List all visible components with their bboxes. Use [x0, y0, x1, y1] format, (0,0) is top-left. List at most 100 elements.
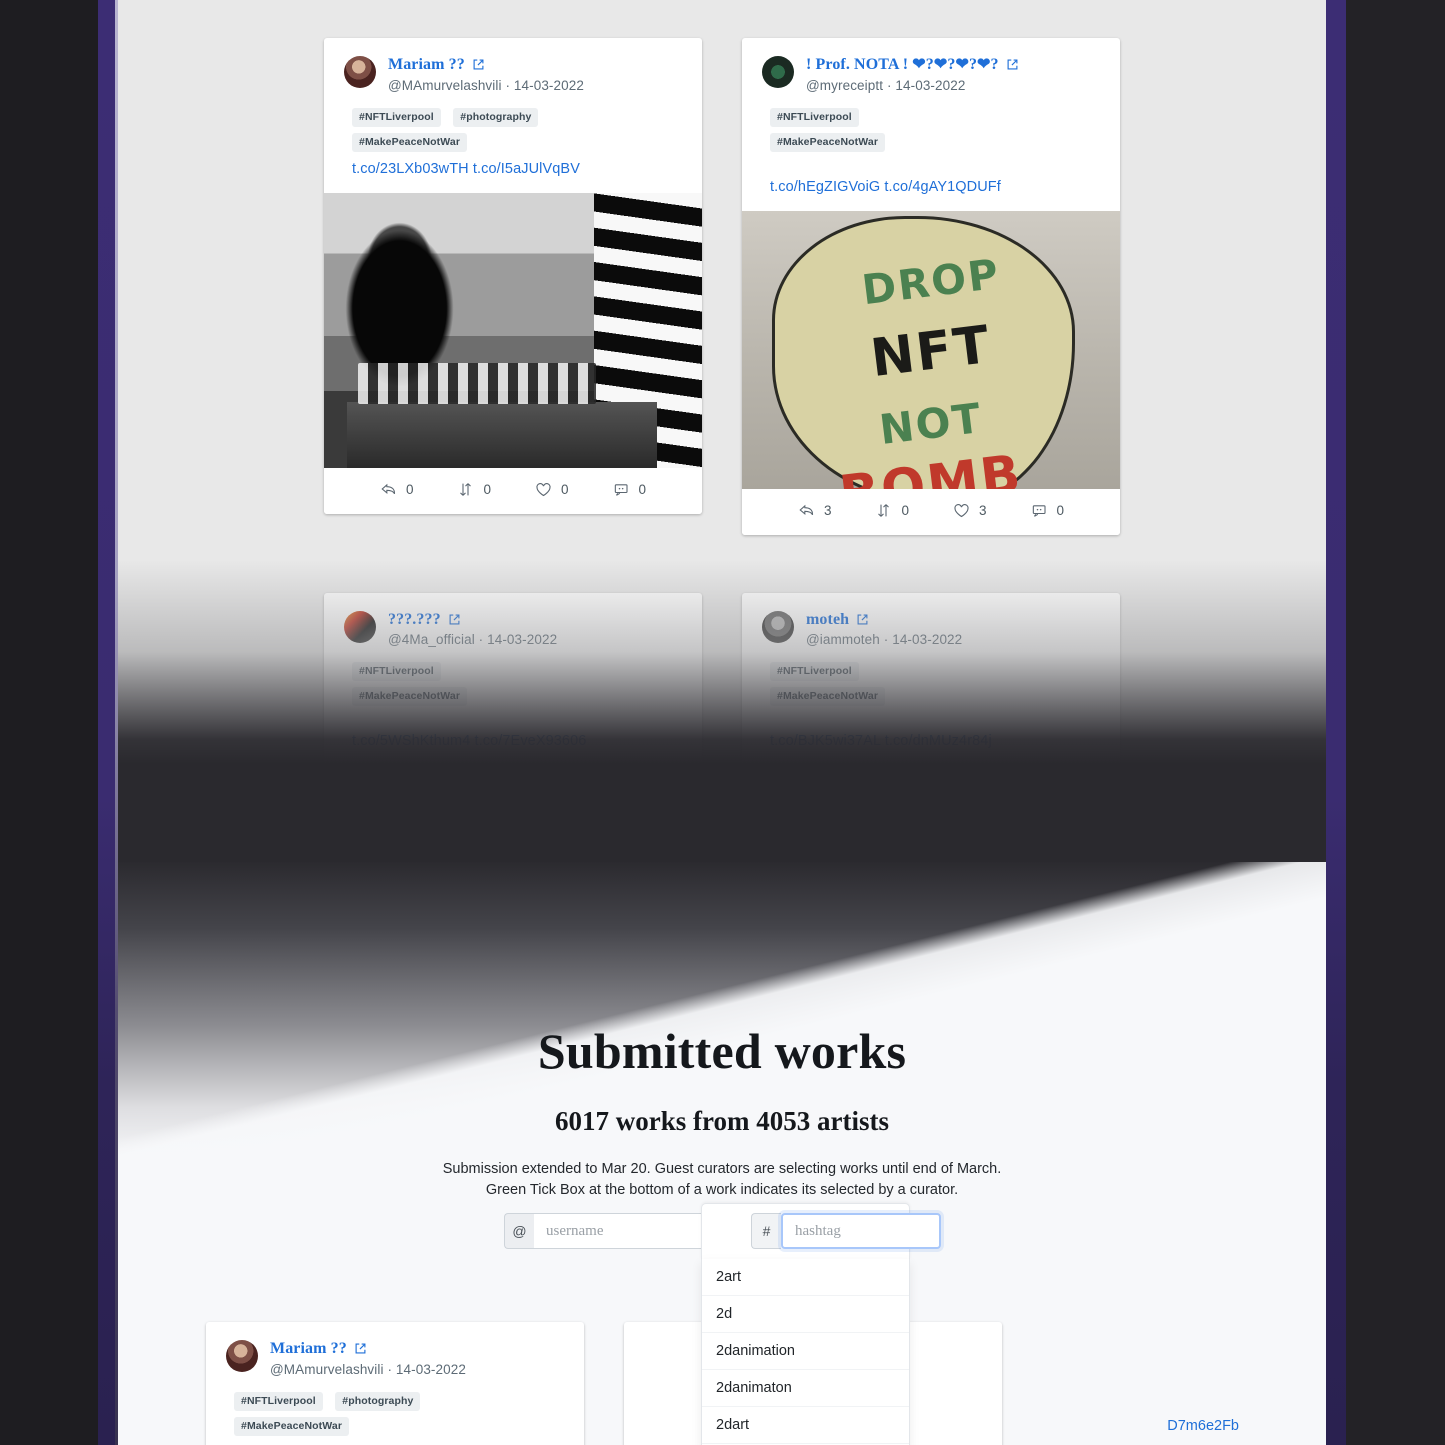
screenshot-root: Mariam ?? @MAmurvelashvili · 14-03-2022 [0, 0, 1445, 1445]
hashtag-suggestions-dropdown[interactable]: 2art 2d 2danimation 2danimaton 2dart 2dd… [701, 1259, 910, 1445]
hashtag-pill[interactable]: #MakePeaceNotWar [770, 132, 886, 152]
tweet-links[interactable]: t.co/hEgZIGVoiG t.co/4gAY1QDUFf [742, 157, 1120, 211]
tweet-card[interactable]: ???.??? @4Ma_official · 14-03-2022 #NFTL… [324, 592, 702, 764]
tweet-actions: 3 0 3 0 [742, 488, 1120, 535]
reply-count: 3 [823, 503, 832, 519]
retweet-count: 0 [901, 503, 909, 519]
external-link-icon[interactable] [472, 58, 485, 71]
avatar [344, 610, 376, 643]
hashtag-filter[interactable]: # [751, 1213, 941, 1249]
avatar [344, 56, 376, 88]
tweet-date: 14-03-2022 [487, 632, 558, 648]
reply-count: 0 [405, 482, 414, 498]
external-link-icon[interactable] [856, 613, 869, 626]
tweet-display-name[interactable]: Mariam ?? [270, 1340, 347, 1358]
avatar [762, 56, 794, 88]
like-action[interactable]: 3 [953, 503, 987, 519]
tweet-header: Mariam ?? @MAmurvelashvili · 14-03-2022 [206, 1322, 584, 1377]
tweet-header: moteh @iammoteh · 14-03-2022 [742, 593, 1120, 648]
tweet-handle: @iammoteh [806, 632, 880, 648]
tweet-display-name[interactable]: moteh [806, 611, 849, 629]
tweet-media[interactable] [324, 192, 702, 468]
hero-note-line-2: Green Tick Box at the bottom of a work i… [485, 1181, 959, 1198]
quote-count: 0 [638, 482, 647, 498]
tweet-media[interactable]: DROP NFT NOT BOMB [742, 210, 1120, 489]
tweet-actions: 0 0 0 0 [324, 467, 702, 514]
tweet-hashtags: #NFTLiverpool #photography #MakePeaceNot… [324, 93, 702, 152]
tweet-card[interactable]: ! Prof. NOTA ! ❤?❤?❤?❤? @myreceiptt · 14… [742, 38, 1120, 535]
like-action[interactable]: 0 [535, 482, 569, 498]
hero-note: Submission extended to Mar 20. Guest cur… [118, 1159, 1326, 1200]
tweet-handle: @MAmurvelashvili [270, 1361, 384, 1377]
tweet-links[interactable]: t.co/5WShKthum4 t.co/7EveX93606 [324, 711, 702, 764]
tweet-handle: @MAmurvelashvili [388, 77, 502, 93]
hashtag-pill[interactable]: #NFTLiverpool [352, 662, 441, 682]
tweet-separator: · [886, 77, 892, 93]
suggestion-item[interactable]: 2d [702, 1296, 909, 1333]
tweet-hashtags: #NFTLiverpool #MakePeaceNotWar [742, 647, 1120, 707]
retweet-action[interactable]: 0 [457, 482, 491, 497]
tweet-hashtags: #NFTLiverpool #MakePeaceNotWar [324, 647, 702, 707]
external-link-icon[interactable] [354, 1342, 367, 1355]
works-stats: 6017 works from 4053 artists [555, 1106, 889, 1136]
username-filter[interactable]: @ [504, 1213, 709, 1249]
hashtag-pill[interactable]: #MakePeaceNotWar [352, 687, 468, 707]
retweet-action[interactable]: 0 [875, 503, 909, 518]
tweet-links[interactable]: t.co/23LXb03wTH t.co/I5aJUlVqBV [206, 1441, 584, 1445]
hashtag-pill[interactable]: #MakePeaceNotWar [770, 687, 886, 707]
page-title: Submitted works [537, 1023, 907, 1079]
avatar [762, 610, 794, 643]
tweet-separator: · [478, 632, 484, 648]
tweet-date: 14-03-2022 [513, 77, 584, 93]
hashtag-pill[interactable]: #NFTLiverpool [234, 1391, 323, 1411]
tweet-date: 14-03-2022 [895, 77, 966, 93]
reply-action[interactable]: 3 [798, 503, 832, 519]
tweet-header: ???.??? @4Ma_official · 14-03-2022 [324, 593, 702, 647]
hero: Submitted works 6017 works from 4053 art… [118, 1022, 1326, 1200]
hash-sign-icon: # [751, 1213, 781, 1249]
tweet-separator: · [505, 77, 511, 93]
suggestion-item[interactable]: 2dart [702, 1407, 909, 1444]
avatar [226, 1340, 258, 1372]
reply-action[interactable]: 0 [380, 482, 414, 498]
tweet-date: 14-03-2022 [892, 632, 963, 648]
tweet-date: 14-03-2022 [395, 1361, 466, 1377]
tweet-header: ! Prof. NOTA ! ❤?❤?❤?❤? @myreceiptt · 14… [742, 38, 1120, 93]
hashtag-filter-wrap: # 2art 2d 2danimation 2danimaton 2dart 2… [701, 1203, 941, 1445]
tweet-display-name[interactable]: Mariam ?? [388, 56, 465, 74]
tweet-handle-line: @4Ma_official · 14-03-2022 [388, 632, 557, 647]
search-filters: @ # 2art 2d 2danimation 2danimaton 2dart… [0, 1203, 1445, 1445]
hashtag-pill[interactable]: #NFTLiverpool [770, 107, 859, 127]
tweet-handle: @4Ma_official [388, 632, 475, 648]
tweet-handle-line: @MAmurvelashvili · 14-03-2022 [270, 1362, 466, 1377]
external-link-icon[interactable] [448, 613, 461, 626]
username-input[interactable] [534, 1213, 709, 1249]
suggestion-item[interactable]: 2danimaton [702, 1370, 909, 1407]
suggestion-item[interactable]: 2danimation [702, 1333, 909, 1370]
retweet-count: 0 [483, 482, 491, 498]
hashtag-pill[interactable]: #NFTLiverpool [352, 107, 441, 127]
tweet-handle-line: @MAmurvelashvili · 14-03-2022 [388, 78, 584, 93]
feed-dark-gap [118, 764, 1326, 862]
at-sign-icon: @ [504, 1213, 534, 1249]
quote-action[interactable]: 0 [613, 482, 647, 498]
tweet-handle: @myreceiptt [806, 77, 884, 93]
tweet-card[interactable]: Mariam ?? @MAmurvelashvili · 14-03-2022 [324, 38, 702, 514]
feed-grid: Mariam ?? @MAmurvelashvili · 14-03-2022 [118, 0, 1326, 764]
hashtag-input[interactable] [781, 1213, 941, 1249]
hashtag-pill[interactable]: #NFTLiverpool [770, 662, 859, 682]
external-link-icon[interactable] [1006, 58, 1019, 71]
hashtag-pill[interactable]: #photography [335, 1391, 421, 1411]
tweet-links[interactable]: t.co/23LXb03wTH t.co/I5aJUlVqBV [324, 157, 702, 193]
quote-action[interactable]: 0 [1031, 503, 1064, 518]
hashtag-pill[interactable]: #photography [453, 107, 539, 127]
tweet-hashtags: #NFTLiverpool #MakePeaceNotWar [742, 93, 1120, 152]
tweet-card[interactable]: moteh @iammoteh · 14-03-2022 #NFTLiverpo… [742, 592, 1120, 764]
tweet-links[interactable]: t.co/BJK5wi37AL t.co/dnMUz4r84j [742, 711, 1120, 764]
tweet-display-name[interactable]: ???.??? [388, 611, 441, 629]
tweet-handle-line: @myreceiptt · 14-03-2022 [806, 78, 1019, 93]
like-count: 3 [979, 503, 987, 519]
hashtag-pill[interactable]: #MakePeaceNotWar [352, 132, 468, 152]
tweet-display-name[interactable]: ! Prof. NOTA ! ❤?❤?❤?❤? [806, 56, 999, 74]
suggestion-item[interactable]: 2art [702, 1259, 909, 1296]
